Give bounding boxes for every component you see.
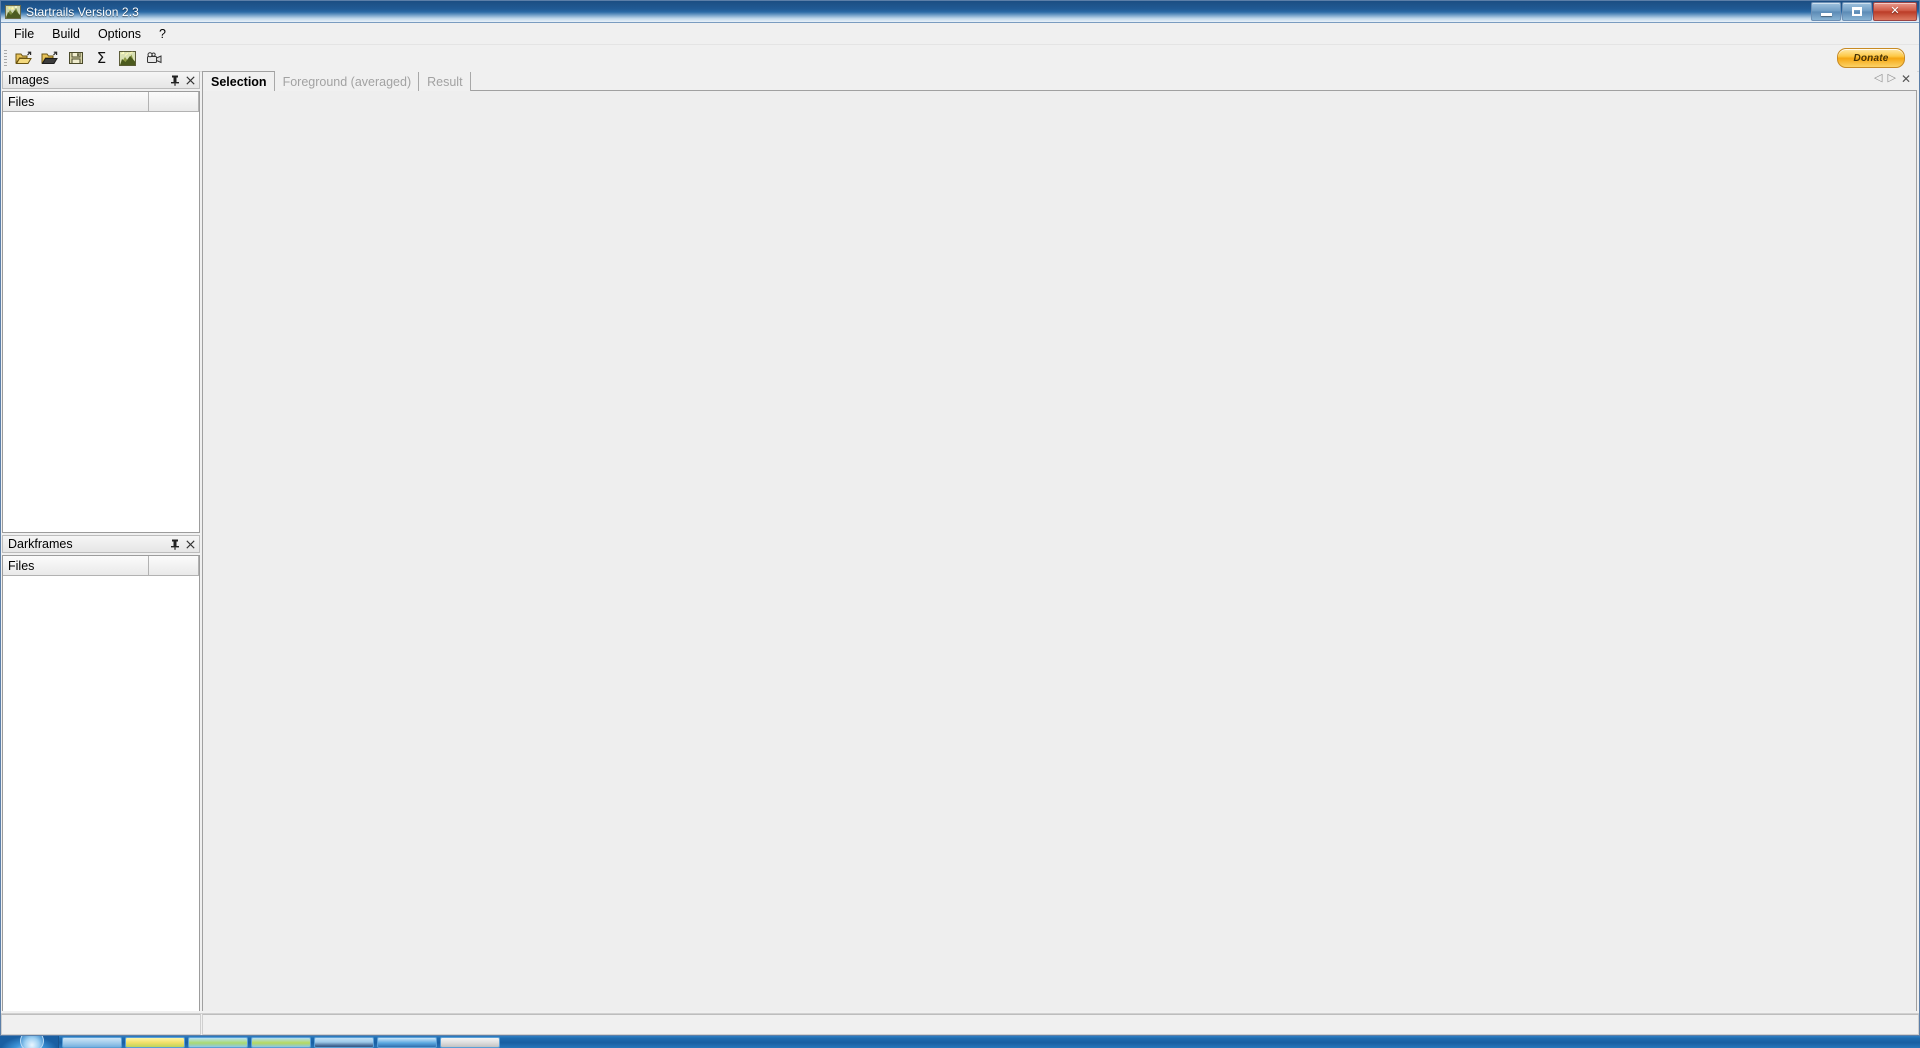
images-file-list[interactable]: Files bbox=[2, 91, 200, 533]
tab-selection[interactable]: Selection bbox=[202, 71, 275, 91]
open-images-button[interactable] bbox=[11, 46, 36, 70]
menu-file-label: File bbox=[14, 26, 35, 41]
menu-build-label: Build bbox=[52, 26, 80, 41]
main-content-area: Selection Foreground (averaged) Result ◁… bbox=[200, 70, 1919, 1035]
menu-options[interactable]: Options bbox=[89, 25, 150, 43]
menu-file[interactable]: File bbox=[5, 25, 43, 43]
images-list-body[interactable] bbox=[3, 112, 199, 532]
taskbar-item-7[interactable] bbox=[440, 1036, 500, 1048]
donate-button[interactable]: Donate bbox=[1837, 48, 1905, 68]
menu-help[interactable]: ? bbox=[150, 25, 175, 43]
darkframes-file-list[interactable]: Files bbox=[2, 555, 200, 1033]
images-list-header: Files bbox=[3, 92, 199, 112]
tab-foreground-averaged-label: Foreground (averaged) bbox=[282, 74, 412, 89]
menu-help-label: ? bbox=[159, 26, 166, 41]
darkframes-panel: Darkframes Files bbox=[2, 535, 200, 1033]
docking-body: Images Files Darkframes Files Selection … bbox=[1, 70, 1919, 1035]
window-controls: ✕ bbox=[1810, 2, 1917, 21]
startrails-image-icon bbox=[119, 50, 136, 66]
tabstrip-navigation: ◁ ▷ ✕ bbox=[1868, 69, 1917, 91]
video-camera-icon bbox=[146, 51, 161, 63]
darkframes-list-header: Files bbox=[3, 556, 199, 576]
start-orb-icon[interactable] bbox=[0, 1036, 59, 1048]
menu-build[interactable]: Build bbox=[43, 25, 89, 43]
open-darkframes-button[interactable] bbox=[37, 46, 62, 70]
close-icon: ✕ bbox=[1890, 5, 1900, 17]
windows-taskbar bbox=[0, 1036, 1920, 1048]
startrails-application-window: Startrails Version 2.3 ✕ File Build Opti… bbox=[0, 0, 1920, 1036]
images-panel-caption: Images bbox=[2, 71, 200, 89]
toolbar-grip[interactable] bbox=[4, 50, 7, 66]
tab-result-label: Result bbox=[427, 74, 463, 89]
images-column-extra[interactable] bbox=[149, 92, 199, 111]
maximize-restore-button[interactable] bbox=[1842, 2, 1872, 21]
minimize-button[interactable] bbox=[1811, 2, 1841, 21]
darkframes-panel-close-button[interactable] bbox=[183, 537, 198, 552]
sum-button[interactable]: Σ bbox=[89, 46, 114, 70]
floppy-disk-save-icon bbox=[68, 52, 83, 64]
status-cell-left bbox=[1, 1014, 201, 1035]
pin-icon bbox=[170, 539, 179, 550]
darkframes-panel-pin-button[interactable] bbox=[167, 537, 182, 552]
startrails-button[interactable] bbox=[115, 46, 140, 70]
taskbar-item-5[interactable] bbox=[314, 1036, 374, 1048]
darkframes-column-extra[interactable] bbox=[149, 556, 199, 575]
close-icon bbox=[186, 75, 195, 85]
taskbar-item-4[interactable] bbox=[251, 1036, 311, 1048]
status-cell-right bbox=[202, 1014, 1919, 1035]
darkframes-panel-caption: Darkframes bbox=[2, 535, 200, 553]
left-dock-column: Images Files Darkframes Files bbox=[1, 70, 200, 1035]
close-icon[interactable]: ✕ bbox=[1901, 73, 1911, 85]
images-panel-close-button[interactable] bbox=[183, 73, 198, 88]
darkframes-list-body[interactable] bbox=[3, 576, 199, 1032]
window-title: Startrails Version 2.3 bbox=[26, 4, 139, 19]
images-panel-title: Images bbox=[8, 73, 49, 87]
statusbar bbox=[1, 1013, 1919, 1035]
open-folder-icon bbox=[15, 51, 32, 64]
chevron-left-icon[interactable]: ◁ bbox=[1874, 73, 1882, 84]
tab-foreground-averaged[interactable]: Foreground (averaged) bbox=[274, 72, 420, 91]
maximize-icon bbox=[1852, 7, 1862, 16]
images-panel: Images Files bbox=[2, 71, 200, 533]
menubar: File Build Options ? bbox=[1, 23, 1919, 45]
taskbar-item-1[interactable] bbox=[62, 1036, 122, 1048]
main-tabstrip: Selection Foreground (averaged) Result ◁… bbox=[202, 71, 1917, 91]
taskbar-item-6[interactable] bbox=[377, 1036, 437, 1048]
menu-options-label: Options bbox=[97, 26, 142, 41]
tab-result[interactable]: Result bbox=[419, 72, 471, 91]
video-button[interactable] bbox=[141, 46, 166, 70]
startrails-app-icon bbox=[5, 4, 21, 20]
window-titlebar[interactable]: Startrails Version 2.3 ✕ bbox=[1, 1, 1919, 23]
selection-tab-panel[interactable] bbox=[202, 91, 1917, 1034]
darkframes-column-files[interactable]: Files bbox=[3, 556, 149, 575]
sigma-sum-icon: Σ bbox=[96, 48, 107, 67]
minimize-icon bbox=[1820, 12, 1832, 16]
images-panel-pin-button[interactable] bbox=[167, 73, 182, 88]
save-button[interactable] bbox=[63, 46, 88, 70]
tab-selection-label: Selection bbox=[211, 74, 267, 89]
close-button[interactable]: ✕ bbox=[1873, 2, 1917, 21]
chevron-right-icon[interactable]: ▷ bbox=[1887, 73, 1895, 84]
taskbar-item-2[interactable] bbox=[125, 1036, 185, 1048]
images-column-files[interactable]: Files bbox=[3, 92, 149, 111]
open-folder-icon bbox=[41, 51, 58, 64]
donate-label: Donate bbox=[1853, 52, 1889, 64]
darkframes-panel-title: Darkframes bbox=[8, 537, 73, 551]
taskbar-item-3[interactable] bbox=[188, 1036, 248, 1048]
main-toolbar: Σ Donate bbox=[1, 45, 1919, 72]
pin-icon bbox=[170, 75, 179, 86]
close-icon bbox=[186, 539, 195, 549]
tabstrip-spacer bbox=[470, 71, 1868, 91]
